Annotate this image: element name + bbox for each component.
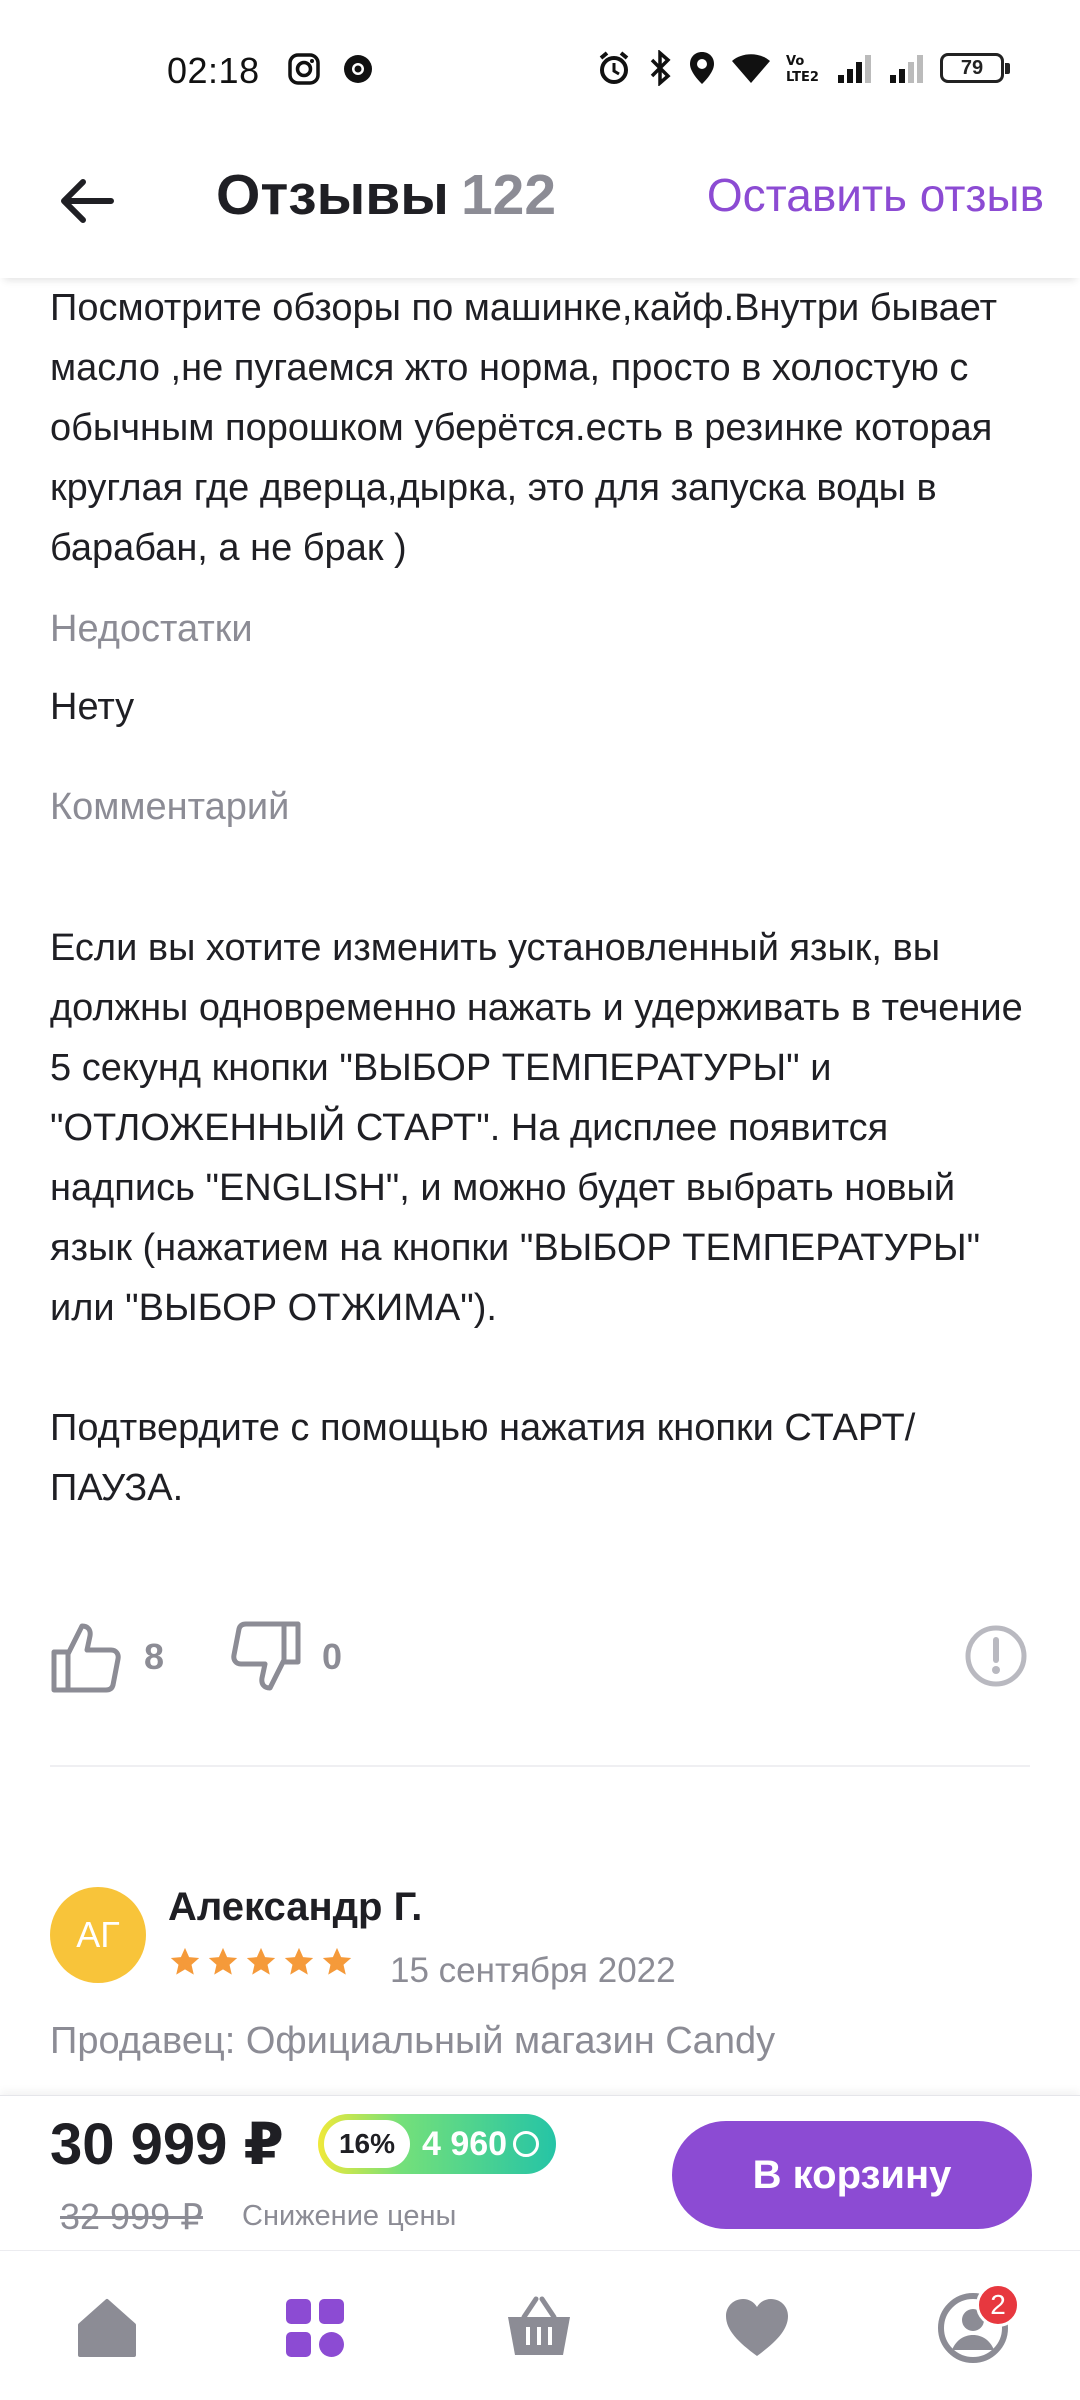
nav-favorites[interactable] — [702, 2273, 812, 2383]
like-count: 8 — [144, 1636, 165, 1677]
avatar: АГ — [50, 1887, 146, 1983]
status-bar: 02:18 Vo LTE2 79 — [0, 0, 1080, 140]
review-count: 122 — [460, 163, 557, 227]
wifi-icon — [732, 54, 770, 83]
svg-text:Vo: Vo — [786, 54, 804, 69]
comment-label: Комментарий — [50, 786, 290, 828]
svg-text:LTE2: LTE2 — [786, 70, 819, 85]
arrow-left-icon — [61, 179, 114, 223]
star-icon — [246, 1947, 276, 1975]
battery-indicator: 79 — [940, 53, 1010, 83]
author-name: Александр Г. — [168, 1885, 423, 1929]
old-price: 32 999 ₽ — [60, 2196, 204, 2237]
pros-text: Посмотрите обзоры по машинке,кайф.Внутри… — [50, 287, 998, 569]
volte-icon: VoLTE2 — [786, 54, 819, 85]
heart-icon — [726, 2299, 788, 2356]
alarm-icon — [599, 51, 629, 84]
thumbs-down-icon — [231, 1621, 301, 1691]
seller-info: Продавец: Официальный магазин Candy — [50, 2020, 776, 2062]
dislike-button[interactable]: 0 — [228, 1620, 342, 1694]
page-title: Отзывы 122 — [216, 162, 556, 228]
leave-review-button[interactable]: Оставить отзыв — [707, 168, 1044, 222]
star-icon — [284, 1947, 314, 1975]
bonus-coin-icon — [513, 2131, 540, 2157]
nav-catalog[interactable] — [260, 2273, 370, 2383]
status-left-icons — [287, 52, 375, 86]
bluetooth-icon — [650, 50, 671, 86]
status-time: 02:18 — [167, 50, 260, 91]
comment-text-2: Подтвердите с помощью нажатия кнопки СТА… — [50, 1407, 916, 1509]
bonus-badge: 16% 4 960 — [318, 2114, 556, 2174]
bonus-amount: 4 960 — [422, 2124, 508, 2163]
star-icon — [170, 1947, 200, 1975]
profile-notification-badge: 2 — [976, 2283, 1020, 2327]
like-button[interactable]: 8 — [50, 1620, 164, 1694]
thumbs-up-icon — [51, 1623, 121, 1693]
review-actions: 8 0 — [50, 1612, 1030, 1702]
catalog-icon — [286, 2299, 344, 2357]
purchase-bar: 30 999 ₽ 16% 4 960 32 999 ₽ Снижение цен… — [0, 2095, 1080, 2250]
signal-icon — [838, 55, 871, 83]
status-right-icons: Vo LTE2 79 — [596, 50, 1010, 86]
page-title-text: Отзывы — [216, 163, 449, 227]
review-date: 15 сентября 2022 — [390, 1951, 676, 1990]
home-icon — [78, 2299, 136, 2357]
instagram-icon — [288, 53, 320, 85]
signal-icon-2 — [890, 55, 923, 83]
back-button[interactable] — [52, 166, 122, 236]
discount-percent: 16% — [324, 2120, 410, 2168]
nav-profile[interactable]: 2 — [918, 2273, 1028, 2383]
add-to-cart-button[interactable]: В корзину — [672, 2121, 1032, 2229]
nav-home[interactable] — [52, 2273, 162, 2383]
bottom-navigation: 2 — [0, 2250, 1080, 2400]
star-icon — [208, 1947, 238, 1975]
cons-label: Недостатки — [50, 608, 253, 650]
rating-stars — [168, 1945, 354, 1979]
next-review-header: АГ Александр Г. 15 сентября 2022 Продаве… — [50, 1885, 1040, 2105]
review-divider — [50, 1765, 1030, 1767]
reviews-header: Отзывы 122 Оставить отзыв — [0, 140, 1080, 278]
star-icon — [322, 1947, 352, 1975]
location-icon — [690, 52, 714, 84]
comment-text: Если вы хотите изменить установленный яз… — [50, 927, 1023, 1329]
price-note: Снижение цены — [242, 2200, 457, 2232]
chrome-icon — [344, 55, 372, 83]
report-button[interactable] — [964, 1624, 1028, 1688]
cons-text: Нету — [50, 686, 135, 728]
cart-icon — [508, 2296, 570, 2355]
current-price: 30 999 ₽ — [50, 2112, 284, 2177]
exclamation-circle-icon — [965, 1625, 1027, 1687]
dislike-count: 0 — [322, 1636, 343, 1677]
nav-cart[interactable] — [484, 2273, 594, 2383]
